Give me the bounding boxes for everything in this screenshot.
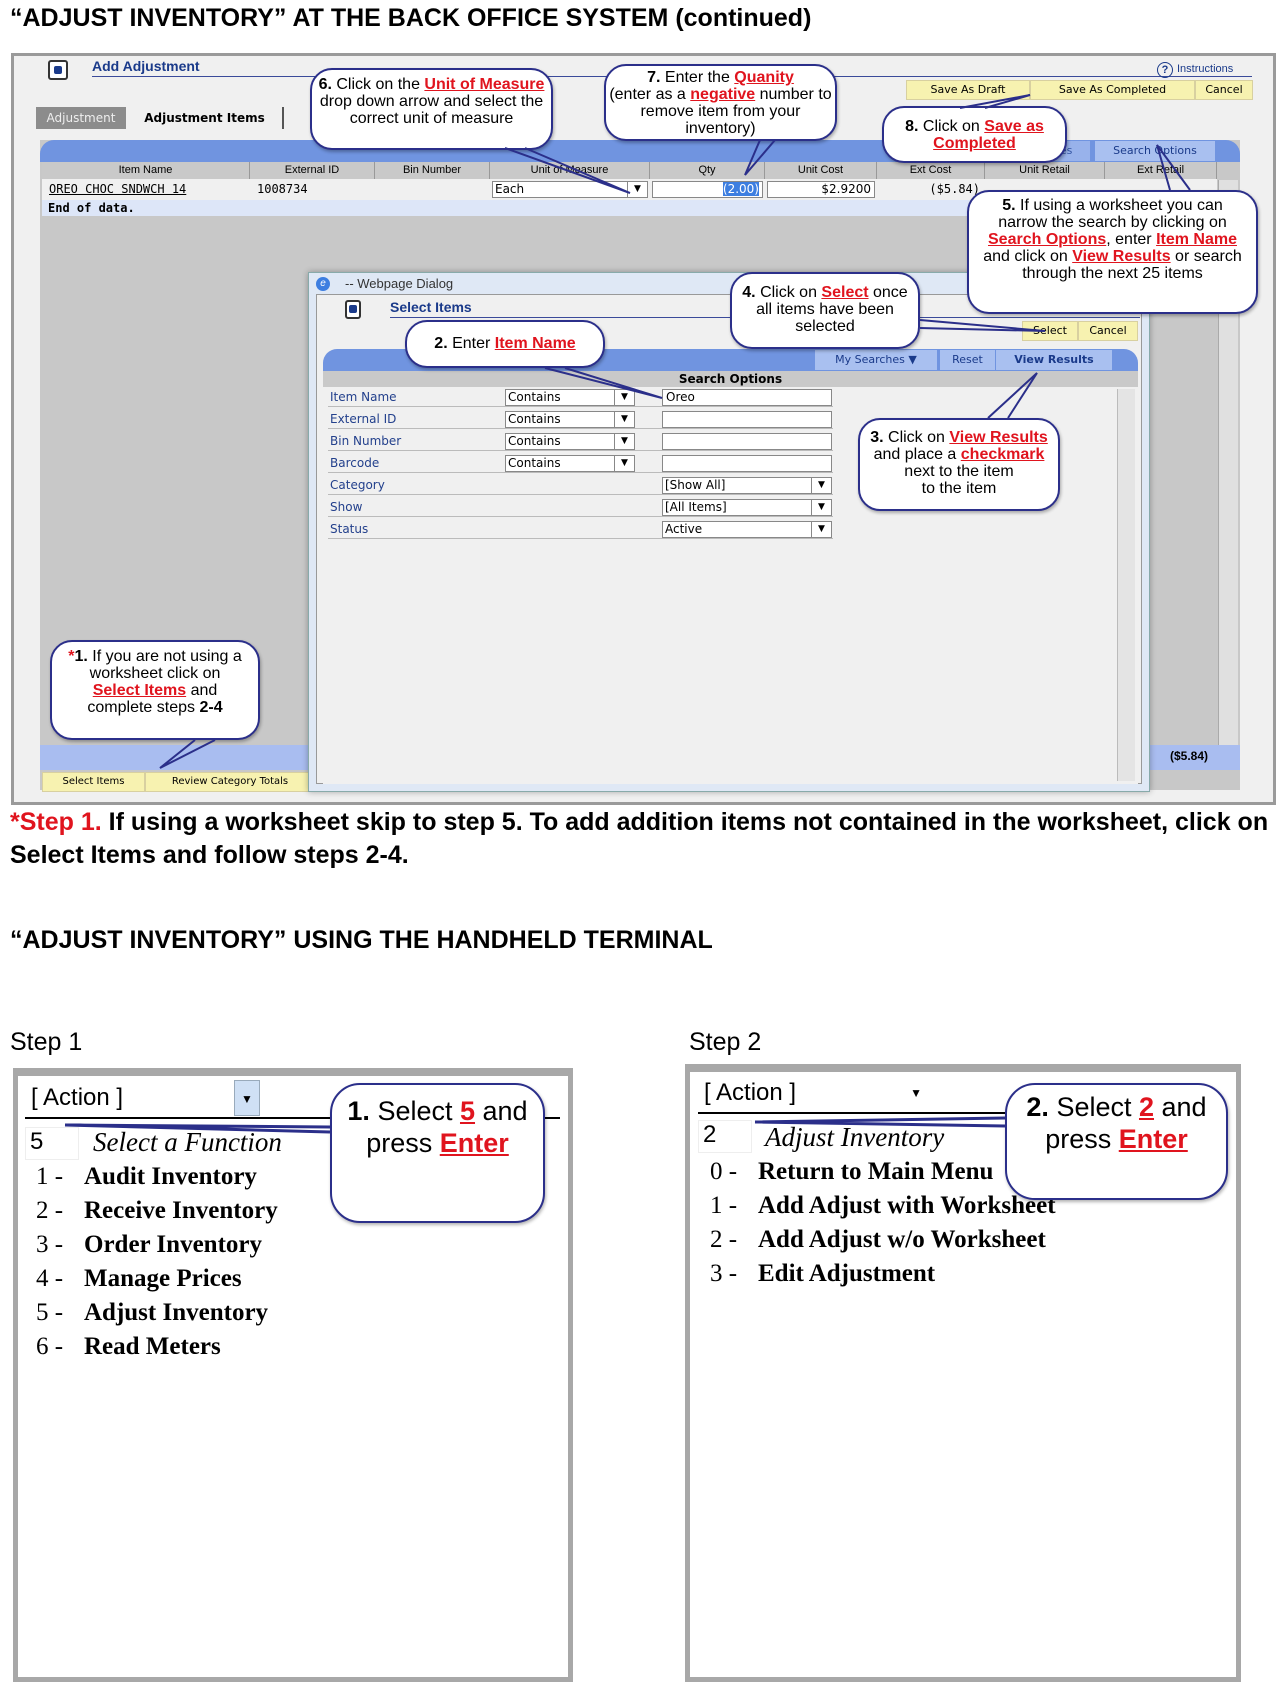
menu-item-number: 1 xyxy=(710,1192,723,1219)
menu-item-label: Order Inventory xyxy=(84,1231,262,1258)
menu-item-label: Receive Inventory xyxy=(84,1197,278,1224)
handheld-pointers xyxy=(64,1116,1006,1134)
menu-item-label: Read Meters xyxy=(84,1333,221,1360)
menu-item[interactable]: 2 - Receive Inventory xyxy=(36,1197,278,1225)
menu-item-label: Adjust Inventory xyxy=(84,1299,269,1326)
menu-item[interactable]: 4 - Manage Prices xyxy=(36,1265,242,1293)
menu-item[interactable]: 2 - Add Adjust w/o Worksheet xyxy=(710,1226,1046,1254)
menu-item[interactable]: 1 - Add Adjust with Worksheet xyxy=(710,1192,1056,1220)
section-heading: “ADJUST INVENTORY” USING THE HANDHELD TE… xyxy=(10,926,713,954)
menu-item-label: Manage Prices xyxy=(84,1265,242,1292)
menu-item[interactable]: 3 - Edit Adjustment xyxy=(710,1260,935,1288)
menu-item-number: 2 xyxy=(710,1226,723,1253)
step2-label: Step 2 xyxy=(689,1028,762,1056)
menu-item-label: Edit Adjustment xyxy=(758,1260,936,1287)
menu-item-label: Add Adjust w/o Worksheet xyxy=(758,1226,1046,1253)
menu-item[interactable]: 5 - Adjust Inventory xyxy=(36,1299,268,1327)
menu-item-number: 3 xyxy=(710,1260,723,1287)
menu-item-number: 6 xyxy=(36,1333,49,1360)
menu-item-number: 5 xyxy=(36,1299,49,1326)
menu-item[interactable]: 3 - Order Inventory xyxy=(36,1231,262,1259)
menu-item-label: Add Adjust with Worksheet xyxy=(758,1192,1056,1219)
menu-item-number: 3 xyxy=(36,1231,49,1258)
menu-item[interactable]: 6 - Read Meters xyxy=(36,1333,221,1361)
step1-label: Step 1 xyxy=(10,1028,83,1056)
menu-item-number: 4 xyxy=(36,1265,49,1292)
menu-item-number: 2 xyxy=(36,1197,49,1224)
callout-pointers xyxy=(159,94,1191,769)
